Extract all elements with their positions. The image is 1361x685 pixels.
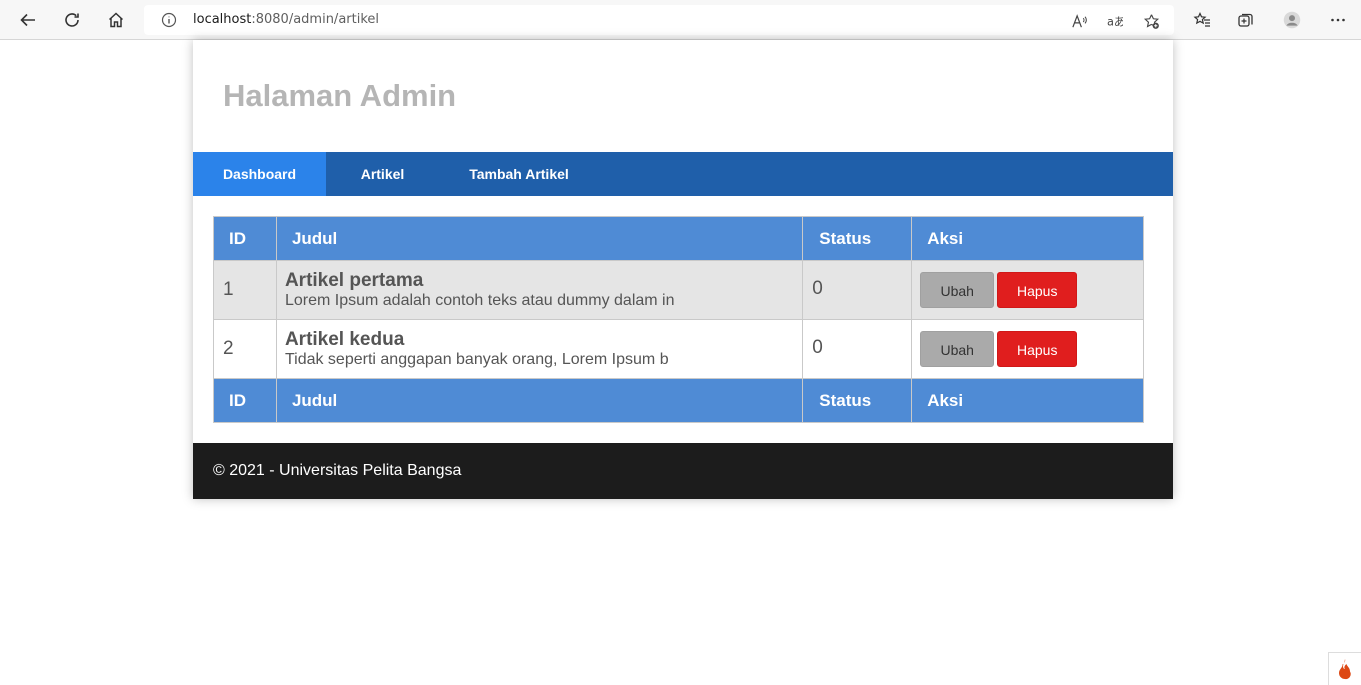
row-status: 0 [802, 319, 913, 379]
article-title: Artikel kedua [284, 328, 405, 350]
home-icon[interactable] [102, 6, 130, 34]
profile-icon[interactable] [1280, 8, 1304, 32]
row-actions: Ubah Hapus [911, 260, 1144, 320]
url-host: localhost [193, 12, 252, 27]
article-title: Artikel pertama [284, 269, 424, 291]
edit-button[interactable]: Ubah [920, 331, 995, 367]
back-icon[interactable] [14, 6, 42, 34]
col-footer-id: ID [213, 378, 277, 423]
col-footer-status: Status [802, 378, 913, 423]
svg-text:aあ: aあ [1106, 14, 1122, 28]
more-icon[interactable] [1326, 8, 1350, 32]
article-table: ID Judul Status Aksi 1 Artikel pertama L… [213, 216, 1144, 423]
codeigniter-debug-icon[interactable] [1328, 652, 1361, 685]
delete-button[interactable]: Hapus [997, 331, 1078, 367]
table-footer-row: ID Judul Status Aksi [213, 378, 1144, 423]
refresh-icon[interactable] [58, 6, 86, 34]
row-actions: Ubah Hapus [911, 319, 1144, 379]
col-footer-aksi: Aksi [911, 378, 1144, 423]
page-title: Halaman Admin [223, 78, 457, 113]
article-table-section: ID Judul Status Aksi 1 Artikel pertama L… [213, 216, 1144, 423]
url-text[interactable]: localhost:8080/admin/artikel [193, 12, 379, 27]
col-footer-judul: Judul [275, 378, 804, 423]
nav-tambah-artikel[interactable]: Tambah Artikel [439, 152, 599, 196]
url-path: :8080/admin/artikel [251, 12, 380, 27]
page-header: Halaman Admin [193, 40, 1173, 152]
col-header-judul: Judul [275, 216, 804, 261]
read-aloud-icon[interactable] [1069, 11, 1089, 31]
delete-button[interactable]: Hapus [997, 272, 1078, 308]
page-container: Halaman Admin Dashboard Artikel Tambah A… [193, 40, 1173, 499]
address-bar[interactable]: localhost:8080/admin/artikel aあ [144, 5, 1174, 35]
row-judul: Artikel kedua Tidak seperti anggapan ban… [275, 319, 804, 379]
add-favorite-icon[interactable] [1141, 11, 1161, 31]
nav-artikel[interactable]: Artikel [326, 152, 439, 196]
table-header-row: ID Judul Status Aksi [213, 216, 1144, 261]
page-footer: © 2021 - Universitas Pelita Bangsa [193, 443, 1173, 499]
main-nav: Dashboard Artikel Tambah Artikel [193, 152, 1173, 196]
col-header-aksi: Aksi [911, 216, 1144, 261]
translate-icon[interactable]: aあ [1104, 11, 1124, 31]
col-header-status: Status [802, 216, 913, 261]
col-header-id: ID [213, 216, 277, 261]
collections-icon[interactable] [1234, 8, 1258, 32]
edit-button[interactable]: Ubah [920, 272, 995, 308]
table-row: 2 Artikel kedua Tidak seperti anggapan b… [213, 319, 1144, 379]
row-judul: Artikel pertama Lorem Ipsum adalah conto… [275, 260, 804, 320]
browser-toolbar: localhost:8080/admin/artikel aあ [0, 0, 1361, 40]
row-id: 2 [213, 319, 277, 379]
row-id: 1 [213, 260, 277, 320]
info-icon[interactable] [161, 12, 177, 28]
article-excerpt: Lorem Ipsum adalah contoh teks atau dumm… [284, 291, 675, 309]
table-row: 1 Artikel pertama Lorem Ipsum adalah con… [213, 260, 1144, 320]
footer-copyright: © 2021 - Universitas Pelita Bangsa [213, 462, 462, 479]
favorites-icon[interactable] [1190, 8, 1214, 32]
article-excerpt: Tidak seperti anggapan banyak orang, Lor… [284, 350, 669, 368]
nav-dashboard[interactable]: Dashboard [193, 152, 326, 196]
row-status: 0 [802, 260, 913, 320]
